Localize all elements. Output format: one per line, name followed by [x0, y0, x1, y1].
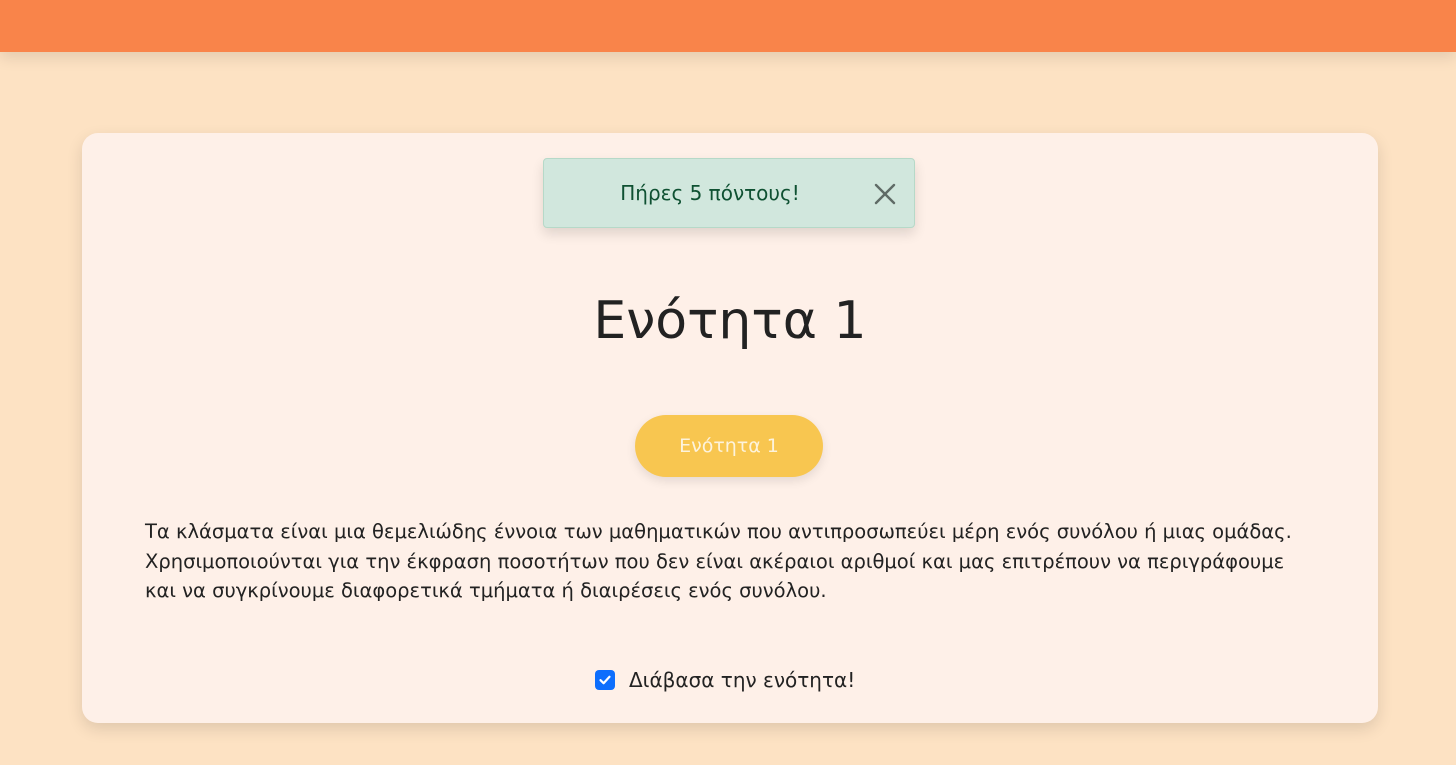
section-card: Πήρες 5 πόντους! Ενότητα 1 Ενότητα 1 Τα … — [82, 133, 1378, 723]
points-toast: Πήρες 5 πόντους! — [543, 158, 915, 228]
check-icon — [599, 675, 611, 685]
toast-message: Πήρες 5 πόντους! — [620, 181, 800, 205]
page-title: Ενότητα 1 — [593, 291, 867, 351]
section-description: Τα κλάσματα είναι μια θεμελιώδης έννοια … — [145, 520, 1292, 602]
close-icon[interactable] — [872, 181, 898, 207]
read-checkbox-row[interactable]: Διάβασα την ενότητα! — [595, 667, 855, 693]
section-button[interactable]: Ενότητα 1 — [635, 415, 823, 477]
read-checkbox-label[interactable]: Διάβασα την ενότητα! — [629, 668, 855, 692]
top-header-bar — [0, 0, 1456, 52]
read-checkbox[interactable] — [595, 670, 615, 690]
